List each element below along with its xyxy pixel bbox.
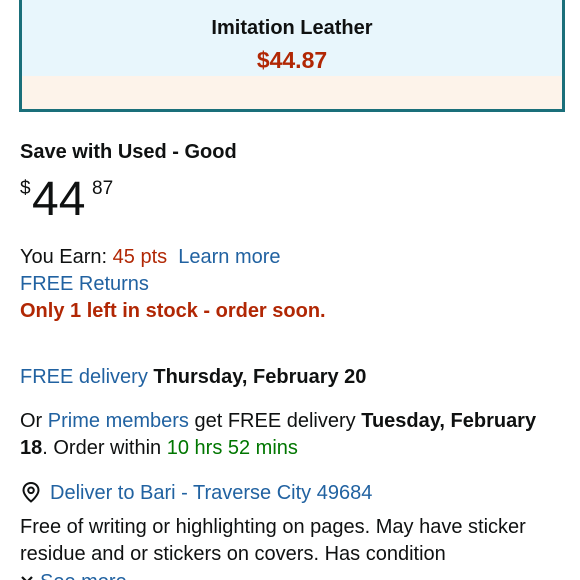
- prime-prefix: Or: [20, 410, 48, 432]
- price-fraction: 87: [92, 178, 114, 199]
- learn-more-link[interactable]: Learn more: [178, 246, 280, 268]
- condition-text-line-1: Free of writing or highlighting on pages…: [20, 516, 526, 538]
- chevron-down-icon: [20, 569, 34, 580]
- product-buy-box: Imitation Leather $44.87 Save with Used …: [0, 0, 580, 580]
- offer-heading: Save with Used - Good: [20, 141, 237, 163]
- format-price: $44.87: [256, 47, 328, 73]
- see-more-toggle[interactable]: See more: [20, 569, 127, 580]
- order-within-time: 10 hrs 52 mins: [166, 437, 298, 459]
- prime-delivery-date-day: 18: [20, 437, 43, 459]
- order-within-prefix: . Order within: [42, 437, 167, 459]
- prime-middle: get FREE delivery: [188, 410, 362, 432]
- stock-status: Only 1 left in stock - order soon.: [20, 300, 326, 322]
- points-line: You Earn: 45 pts Learn more: [20, 246, 281, 269]
- points-label: You Earn:: [20, 246, 113, 268]
- prime-delivery-line: Or Prime members get FREE delivery Tuesd…: [20, 410, 536, 433]
- see-more-link[interactable]: See more: [40, 571, 127, 580]
- deliver-to-location[interactable]: Deliver to Bari - Traverse City 49684: [20, 481, 372, 505]
- prime-delivery-date: Tuesday, February: [361, 410, 537, 432]
- condition-text-line-2: residue and or stickers on covers. Has c…: [20, 543, 446, 565]
- order-within-line: 18. Order within 10 hrs 52 mins: [20, 437, 298, 460]
- prime-members-link[interactable]: Prime members: [48, 410, 189, 432]
- price-whole: 44: [32, 173, 86, 226]
- free-delivery-line: FREE delivery Thursday, February 20: [20, 366, 366, 389]
- location-pin-icon: [20, 481, 42, 503]
- format-option-card[interactable]: Imitation Leather $44.87: [19, 0, 565, 112]
- deliver-to-label[interactable]: Deliver to Bari - Traverse City 49684: [50, 482, 372, 504]
- format-name: Imitation Leather: [211, 17, 373, 39]
- free-returns-link[interactable]: FREE Returns: [20, 273, 149, 296]
- points-value: 45 pts: [112, 246, 168, 268]
- free-delivery-date: Thursday, February 20: [153, 366, 367, 388]
- free-delivery-link[interactable]: FREE delivery: [20, 366, 148, 388]
- price-symbol: $: [20, 178, 31, 199]
